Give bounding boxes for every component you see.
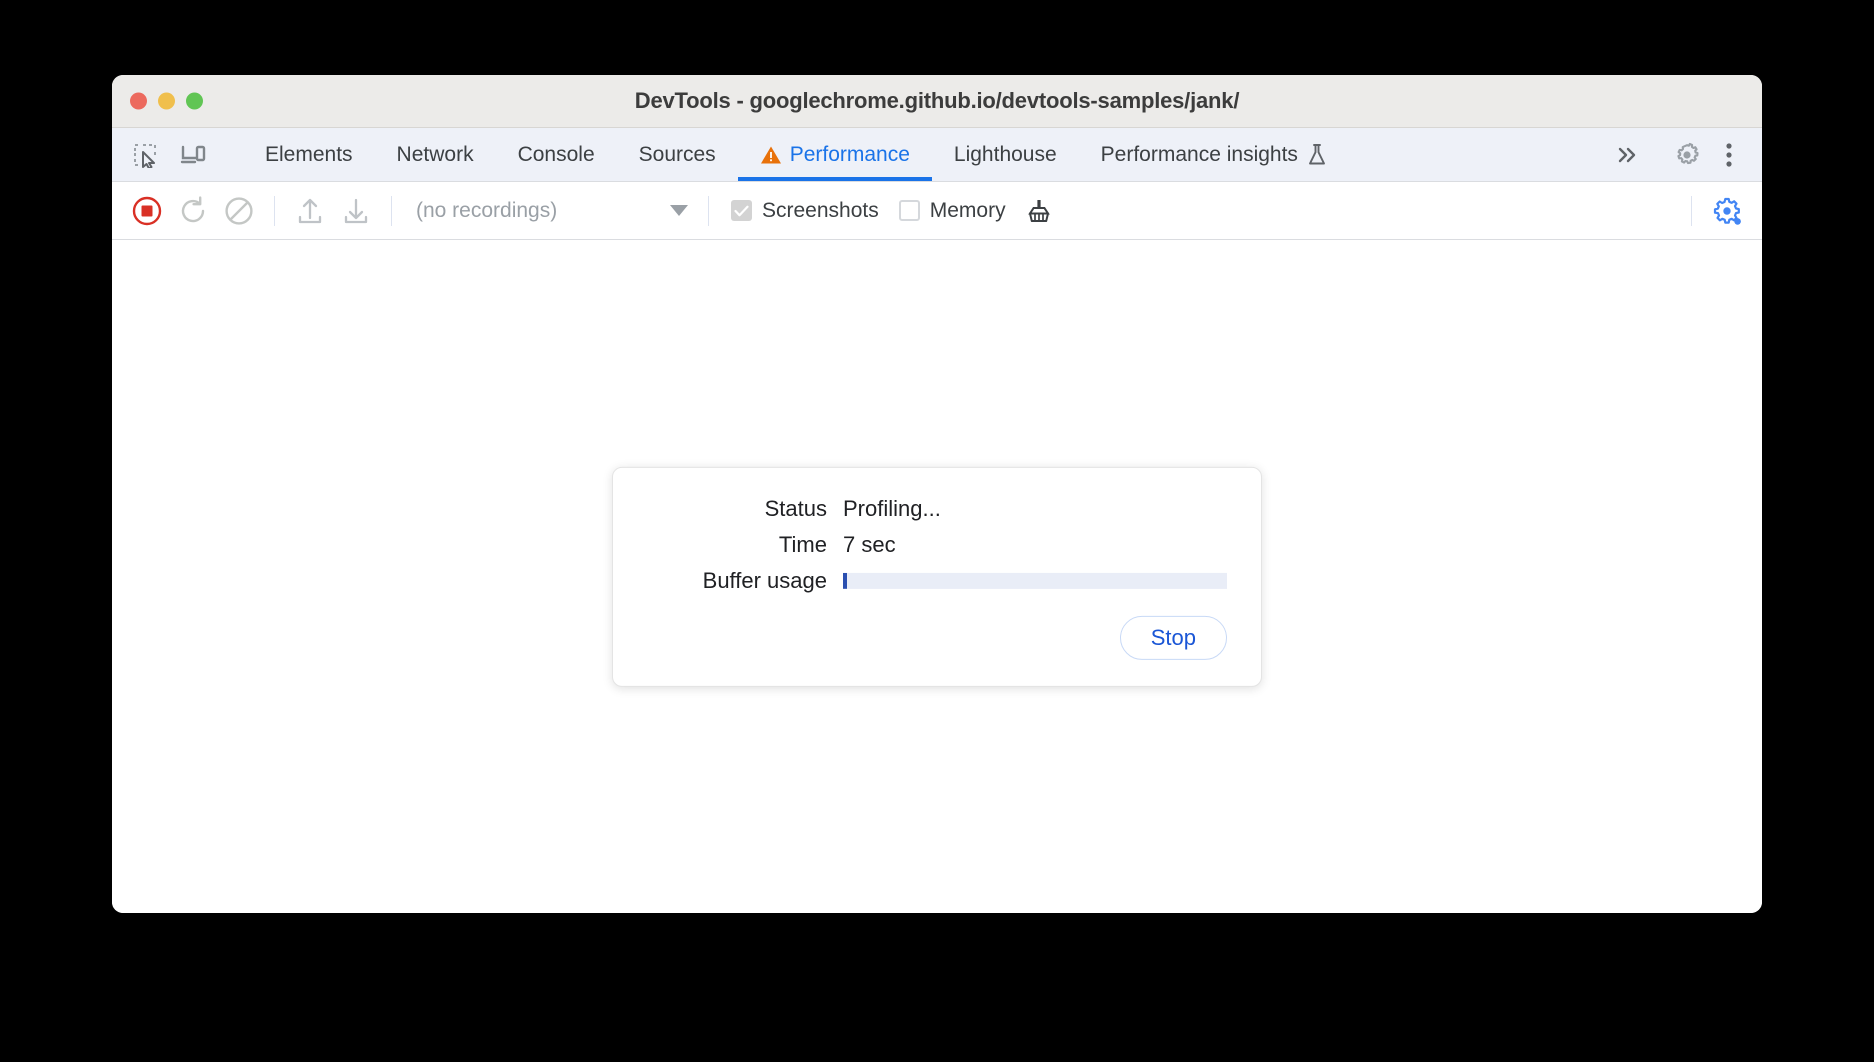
tab-label: Console (517, 142, 595, 166)
tab-performance[interactable]: Performance (737, 128, 933, 181)
experiment-flask-icon (1308, 143, 1325, 164)
tab-label: Performance insights (1100, 142, 1298, 166)
status-value: Profiling... (843, 495, 941, 521)
chevron-down-icon (670, 205, 688, 216)
window-maximize-button[interactable] (186, 92, 203, 110)
collect-garbage-button[interactable] (1018, 190, 1060, 232)
buffer-usage-row: Buffer usage (647, 567, 1227, 593)
download-icon (344, 198, 368, 223)
tabbar-right-icons (1609, 128, 1762, 181)
status-label: Status (764, 495, 827, 521)
inspect-element-icon (134, 143, 156, 168)
performance-panel: Status Profiling... Time 7 sec Buffer us… (112, 240, 1762, 913)
screenshots-checkbox[interactable]: Screenshots (723, 199, 887, 223)
tab-label: Performance (789, 142, 910, 166)
window-titlebar: DevTools - googlechrome.github.io/devtoo… (112, 75, 1762, 128)
time-label: Time (778, 531, 827, 557)
clear-icon (225, 196, 253, 225)
buffer-usage-fill (843, 572, 847, 589)
inspect-element-button[interactable] (126, 136, 164, 174)
checkbox-box (898, 200, 920, 221)
more-options-button[interactable] (1710, 136, 1748, 174)
tab-console[interactable]: Console (496, 128, 617, 181)
more-options-icon (1726, 142, 1732, 167)
buffer-usage-label: Buffer usage (702, 567, 827, 593)
toolbar-divider-3 (708, 195, 709, 226)
stop-recording-icon (132, 196, 162, 225)
performance-toolbar: (no recordings) Screenshots Memory (112, 182, 1762, 240)
reload-and-record-button[interactable] (172, 190, 214, 232)
devtools-window: DevTools - googlechrome.github.io/devtoo… (112, 75, 1762, 913)
capture-settings-button[interactable] (1706, 190, 1748, 232)
toolbar-divider-4 (1691, 195, 1692, 226)
clear-recording-button[interactable] (218, 190, 260, 232)
time-row: Time 7 sec (647, 531, 1227, 557)
window-close-button[interactable] (130, 92, 147, 110)
checkbox-box (731, 200, 752, 221)
recordings-dropdown-value: (no recordings) (416, 198, 558, 222)
toolbar-divider-2 (391, 195, 392, 226)
buffer-usage-progressbar (843, 572, 1227, 589)
devtools-tabbar: Elements Network Console Sources Perform… (112, 128, 1762, 182)
reload-icon (181, 195, 205, 222)
memory-checkbox[interactable]: Memory (891, 199, 1014, 223)
checkmark-icon (734, 205, 749, 216)
collect-garbage-icon (1027, 199, 1050, 222)
screenshots-label: Screenshots (762, 198, 879, 222)
more-tabs-button[interactable] (1609, 136, 1647, 174)
window-title: DevTools - googlechrome.github.io/devtoo… (634, 88, 1240, 113)
tab-label: Elements (265, 142, 353, 166)
traffic-light-buttons (130, 92, 203, 110)
tab-lighthouse[interactable]: Lighthouse (932, 128, 1079, 181)
recordings-dropdown[interactable]: (no recordings) (406, 191, 694, 231)
tab-performance-insights[interactable]: Performance insights (1079, 128, 1350, 181)
capture-settings-gear-icon (1713, 197, 1741, 225)
device-toolbar-button[interactable] (174, 136, 212, 174)
stop-button[interactable]: Stop (1119, 615, 1227, 660)
more-tabs-icon (1618, 147, 1636, 162)
load-profile-button[interactable] (289, 190, 331, 232)
devtools-settings-button[interactable] (1668, 136, 1706, 174)
recording-status-dialog: Status Profiling... Time 7 sec Buffer us… (612, 466, 1262, 687)
warning-triangle-icon (760, 146, 781, 163)
tab-label: Network (396, 142, 474, 166)
settings-gear-icon (1677, 142, 1699, 164)
device-toolbar-icon (180, 145, 205, 163)
tab-network[interactable]: Network (375, 128, 496, 181)
save-profile-button[interactable] (335, 190, 377, 232)
record-button[interactable] (126, 190, 168, 232)
window-minimize-button[interactable] (158, 92, 175, 110)
tab-sources[interactable]: Sources (617, 128, 738, 181)
status-row: Status Profiling... (647, 495, 1227, 521)
dialog-actions: Stop (647, 615, 1227, 660)
time-value: 7 sec (843, 531, 896, 557)
tab-label: Sources (638, 142, 716, 166)
upload-icon (298, 198, 322, 223)
tabbar-left-icons (112, 128, 243, 181)
tab-label: Lighthouse (953, 142, 1057, 166)
memory-label: Memory (929, 198, 1006, 222)
devtools-tabs: Elements Network Console Sources Perform… (243, 128, 1609, 181)
toolbar-divider-1 (274, 195, 275, 226)
tab-elements[interactable]: Elements (243, 128, 375, 181)
